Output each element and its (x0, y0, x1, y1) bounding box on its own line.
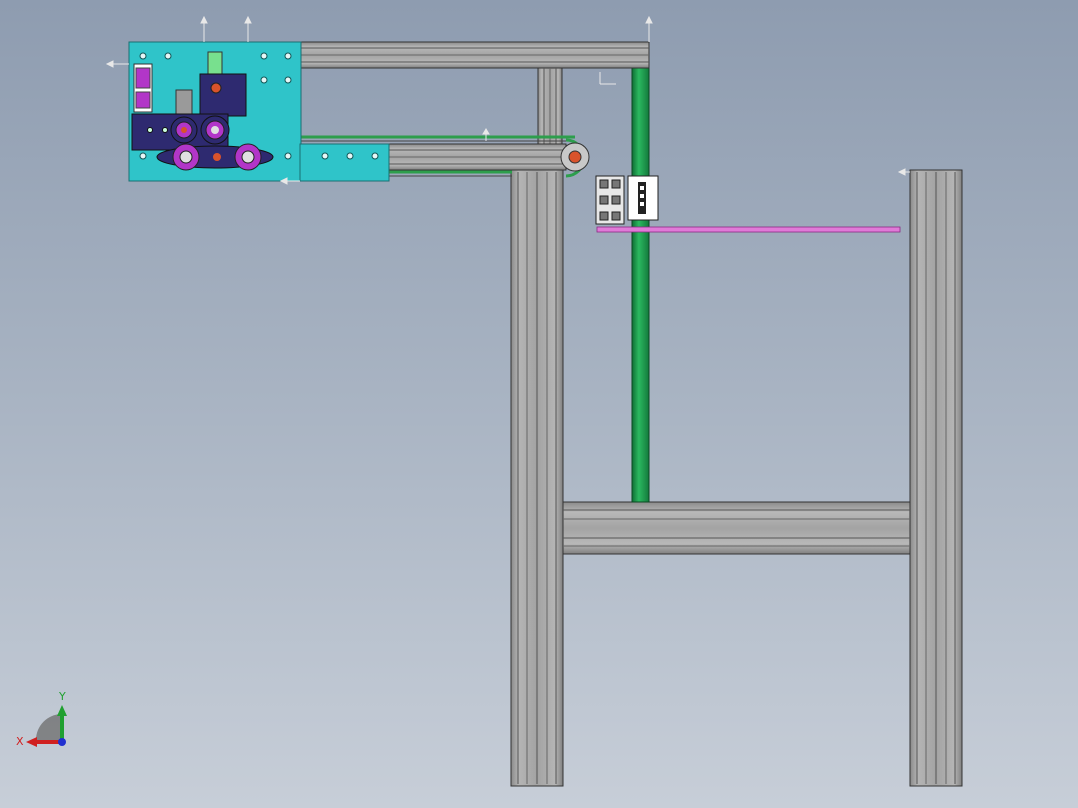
z-axis-dot (58, 738, 66, 746)
coordinate-triad: Y X (16, 690, 67, 748)
shaft-sensor-block[interactable] (595, 175, 659, 225)
triad-plane-wedge (36, 714, 62, 740)
green-vertical-shaft[interactable] (631, 65, 650, 503)
y-axis-label: Y (58, 690, 66, 703)
left-vertical-extrusion[interactable] (510, 169, 564, 787)
right-vertical-extrusion[interactable] (909, 169, 963, 787)
lower-cross-beam[interactable] (562, 501, 911, 555)
short-vertical-post[interactable] (537, 67, 563, 145)
x-axis-label: X (16, 735, 24, 748)
top-horizontal-extrusion[interactable] (299, 41, 650, 69)
purple-bearing-block[interactable] (133, 63, 153, 113)
cad-viewport[interactable]: Y X (0, 0, 1078, 808)
pink-horizontal-rod[interactable] (596, 226, 901, 233)
cad-drawing: Y X (16, 15, 963, 787)
